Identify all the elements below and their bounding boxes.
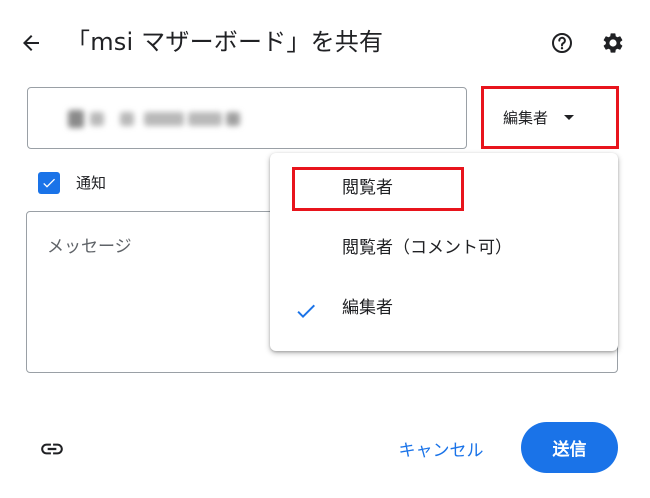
cancel-button[interactable]: キャンセル <box>386 428 496 468</box>
back-button[interactable] <box>14 26 48 60</box>
copy-link-button[interactable] <box>35 432 69 466</box>
menu-item-viewer[interactable]: 閲覧者 <box>270 159 618 219</box>
help-circle-icon <box>552 33 572 53</box>
link-icon <box>41 443 63 455</box>
checkmark-icon <box>43 178 55 188</box>
gear-icon <box>603 33 623 53</box>
notify-label: 通知 <box>76 174 107 192</box>
menu-item-editor[interactable]: 編集者 <box>270 279 618 339</box>
role-select[interactable]: 編集者 <box>481 86 619 149</box>
blurred-recipient-text <box>188 112 222 126</box>
help-button[interactable] <box>545 26 579 60</box>
dropdown-caret-icon <box>564 115 575 120</box>
recipient-input[interactable] <box>27 87 467 149</box>
blurred-recipient-text <box>120 112 134 126</box>
menu-item-label: 閲覧者 <box>342 178 393 198</box>
notify-checkbox[interactable] <box>38 172 60 194</box>
check-icon <box>297 304 315 318</box>
menu-item-label: 編集者 <box>342 298 393 318</box>
settings-button[interactable] <box>596 26 630 60</box>
blurred-recipient-text <box>68 110 84 128</box>
arrow-back-icon <box>23 35 39 51</box>
blurred-recipient-text <box>90 112 104 126</box>
role-menu: 閲覧者 閲覧者（コメント可） 編集者 <box>270 153 618 351</box>
blurred-recipient-text <box>144 112 184 126</box>
message-placeholder: メッセージ <box>47 237 132 257</box>
dialog-title: 「msi マザーボード」を共有 <box>66 28 384 56</box>
send-button[interactable]: 送信 <box>521 422 618 473</box>
menu-item-commenter[interactable]: 閲覧者（コメント可） <box>270 219 618 279</box>
blurred-recipient-text <box>226 112 240 126</box>
role-select-value: 編集者 <box>503 109 549 127</box>
menu-item-label: 閲覧者（コメント可） <box>342 238 512 258</box>
